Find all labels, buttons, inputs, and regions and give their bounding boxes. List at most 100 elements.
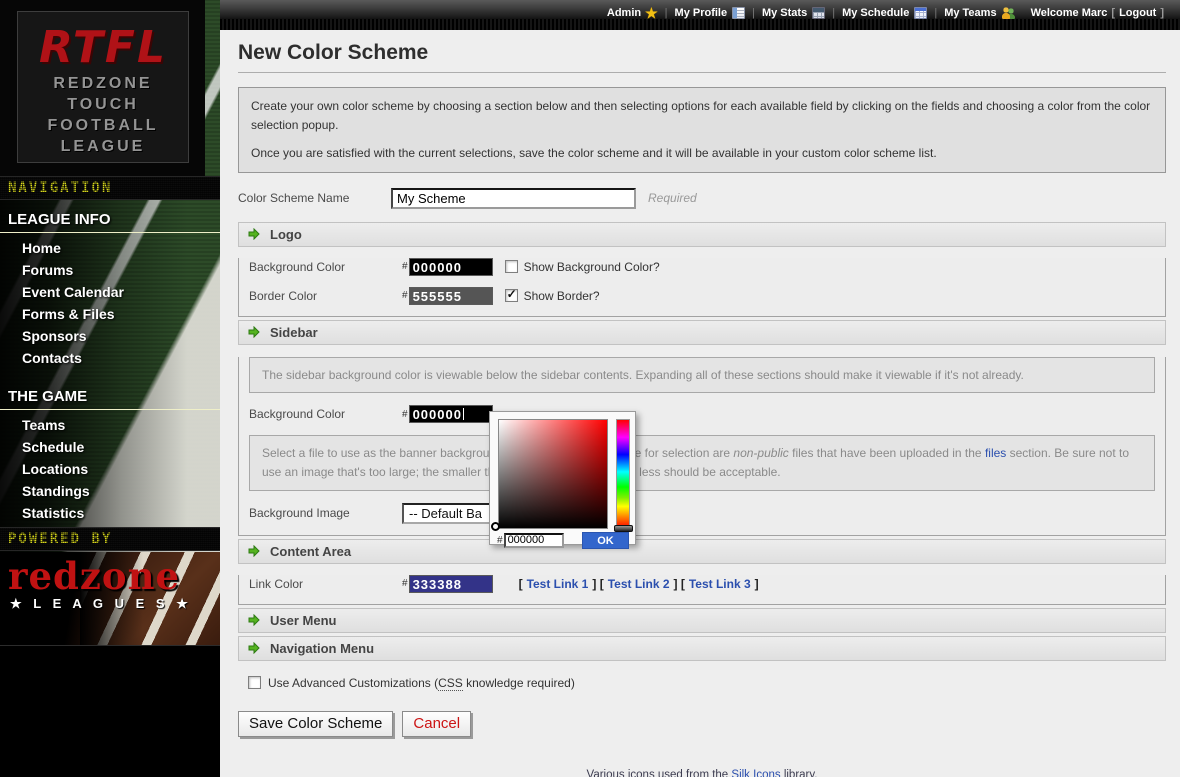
logo-line: REDZONE — [18, 73, 188, 94]
topbar-separator: | — [934, 7, 937, 19]
page-title: New Color Scheme — [238, 41, 1166, 65]
league-logo: RTFL REDZONE TOUCH FOOTBALL LEAGUE — [17, 11, 189, 163]
label-text: knowledge required) — [463, 676, 575, 690]
bracket: ] — [592, 577, 596, 591]
section-header-navigation-menu[interactable]: Navigation Menu — [238, 636, 1166, 661]
css-abbr: CSS — [438, 676, 463, 691]
section-header-user-menu[interactable]: User Menu — [238, 608, 1166, 633]
hash-prefix: # — [402, 261, 408, 272]
bracket: [ — [519, 577, 523, 591]
scheme-sections: Logo Background Color # 000000 Show Back… — [238, 222, 1166, 661]
section-header-sidebar[interactable]: Sidebar — [238, 320, 1166, 345]
section-header-content-area[interactable]: Content Area — [238, 539, 1166, 564]
hue-slider-handle[interactable] — [614, 525, 633, 532]
picker-ok-button[interactable]: OK — [582, 532, 629, 549]
bracket: [ — [1111, 7, 1115, 19]
swatch-hex-text: 000000 — [413, 407, 462, 422]
topbar-my-profile-link[interactable]: My Profile — [675, 7, 746, 19]
files-link[interactable]: files — [985, 446, 1006, 460]
redzone-brand-name: redzone — [8, 554, 180, 598]
color-selection-marker[interactable] — [491, 522, 500, 531]
topbar-admin-link[interactable]: Admin★ — [607, 5, 658, 22]
hash-prefix: # — [402, 290, 408, 301]
sidebar: RTFL REDZONE TOUCH FOOTBALL LEAGUE NAVIG… — [0, 0, 220, 777]
show-background-color-label: Show Background Color? — [524, 260, 660, 274]
my-stats-label: My Stats — [762, 7, 807, 19]
hash-prefix: # — [497, 535, 503, 546]
my-schedule-label: My Schedule — [842, 7, 909, 19]
section-header-logo[interactable]: Logo — [238, 222, 1166, 247]
footer: Various icons used from the Silk Icons l… — [238, 764, 1166, 777]
sidebar-item-contacts[interactable]: Contacts — [0, 348, 220, 370]
note-text: files that have been uploaded in the — [789, 446, 985, 460]
test-links: [Test Link 1] [Test Link 2] [Test Link 3… — [519, 577, 759, 591]
admin-label: Admin — [607, 7, 641, 19]
section-title: Navigation Menu — [270, 641, 374, 656]
sidebar-item-standings[interactable]: Standings — [0, 481, 220, 503]
sidebar-item-schedule[interactable]: Schedule — [0, 437, 220, 459]
show-background-color-checkbox[interactable] — [505, 260, 518, 273]
note-emphasis: non-public — [733, 446, 788, 460]
sidebar-item-sponsors[interactable]: Sponsors — [0, 326, 220, 348]
topbar-my-schedule-link[interactable]: My Schedule — [842, 7, 927, 19]
show-border-checkbox[interactable] — [505, 289, 518, 302]
footer-text: library. — [781, 769, 818, 777]
redzone-brand-sub: ★ L E A G U E S ★ — [10, 596, 192, 612]
bracket: ] — [755, 577, 759, 591]
green-arrow-icon — [248, 614, 260, 626]
topbar-separator: | — [665, 7, 668, 19]
topbar-my-stats-link[interactable]: My Stats — [762, 7, 825, 19]
green-arrow-icon — [248, 642, 260, 654]
sidebar-background-color-swatch[interactable]: 000000 — [409, 405, 493, 423]
calendar-icon — [914, 7, 927, 19]
sidebar-item-statistics[interactable]: Statistics — [0, 503, 220, 525]
section-title: Sidebar — [270, 325, 318, 340]
cancel-button[interactable]: Cancel — [402, 711, 471, 737]
picker-hex-input[interactable] — [504, 533, 564, 548]
topbar-my-teams-link[interactable]: My Teams — [944, 7, 1014, 19]
save-color-scheme-button[interactable]: Save Color Scheme — [238, 711, 393, 737]
advanced-customizations-checkbox[interactable] — [248, 676, 261, 689]
sidebar-item-event-calendar[interactable]: Event Calendar — [0, 282, 220, 304]
test-link-1[interactable]: Test Link 1 — [527, 577, 589, 591]
section-title: Logo — [270, 227, 302, 242]
page: RTFL REDZONE TOUCH FOOTBALL LEAGUE NAVIG… — [0, 0, 1180, 777]
link-color-label: Link Color — [249, 577, 402, 591]
sidebar-item-forums[interactable]: Forums — [0, 260, 220, 282]
green-arrow-icon — [248, 545, 260, 557]
my-teams-label: My Teams — [944, 7, 996, 19]
logo-background-color-swatch[interactable]: 000000 — [409, 258, 493, 276]
sidebar-note: The sidebar background color is viewable… — [249, 357, 1155, 394]
banner-background-note: Select a file to use as the banner backg… — [249, 435, 1155, 490]
section-body-logo: Background Color # 000000 Show Backgroun… — [238, 258, 1166, 317]
sidebar-item-locations[interactable]: Locations — [0, 459, 220, 481]
logo-line: LEAGUE — [18, 136, 188, 157]
logo-border-color-swatch[interactable]: 555555 — [409, 287, 493, 305]
color-picker-popup: # OK — [489, 411, 636, 545]
sidebar-item-teams[interactable]: Teams — [0, 415, 220, 437]
sidebar-bottom-fill — [0, 645, 220, 777]
sidebar-item-forms-files[interactable]: Forms & Files — [0, 304, 220, 326]
color-scheme-name-input[interactable] — [391, 188, 636, 209]
sidebar-item-home[interactable]: Home — [0, 238, 220, 260]
main-content: New Color Scheme Create your own color s… — [220, 30, 1180, 777]
test-link-2[interactable]: Test Link 2 — [608, 577, 670, 591]
link-color-swatch[interactable]: 333388 — [409, 575, 493, 593]
my-profile-label: My Profile — [675, 7, 728, 19]
topbar: Admin★ | My Profile | My Stats | My Sche… — [220, 0, 1180, 30]
logout-link[interactable]: Logout — [1119, 7, 1156, 19]
logo-acronym: RTFL — [18, 22, 188, 73]
powered-by-band: POWERED BY — [0, 527, 220, 551]
silk-icons-link[interactable]: Silk Icons — [731, 769, 780, 777]
hue-bar[interactable] — [616, 419, 630, 529]
intro-box: Create your own color scheme by choosing… — [238, 87, 1166, 173]
test-link-3[interactable]: Test Link 3 — [689, 577, 751, 591]
saturation-value-gradient[interactable] — [498, 419, 608, 529]
advanced-customizations-row: Use Advanced Customizations (CSS knowled… — [248, 676, 1166, 690]
redzone-leagues-logo: redzone ★ L E A G U E S ★ — [0, 552, 220, 645]
border-color-label: Border Color — [249, 289, 402, 303]
welcome-text: Welcome Marc — [1031, 7, 1108, 19]
required-hint: Required — [648, 191, 697, 205]
green-arrow-icon — [248, 228, 260, 240]
title-divider — [238, 72, 1166, 73]
